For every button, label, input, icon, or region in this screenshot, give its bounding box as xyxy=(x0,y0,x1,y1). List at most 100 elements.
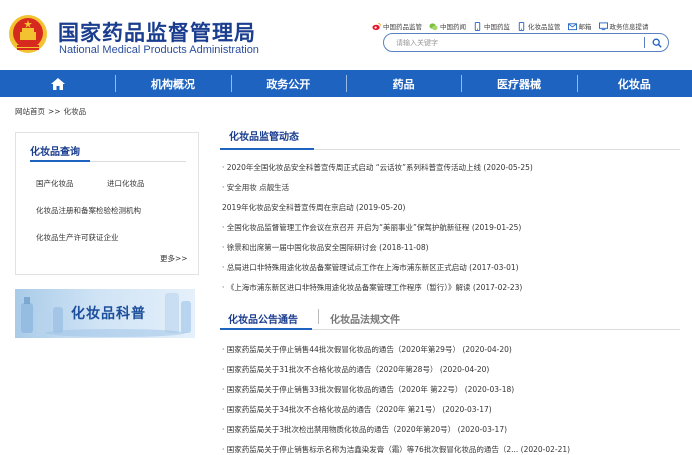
nav-item-government[interactable]: 政务公开 xyxy=(230,70,346,97)
top-link-label: 中国药品监管 xyxy=(383,23,422,31)
news-item[interactable]: · 安全用妆 点靓生活 xyxy=(222,182,289,193)
query-link-licensed-enterprises[interactable]: 化妆品生产许可获证企业 xyxy=(36,232,119,243)
top-link-label: 邮箱 xyxy=(578,23,592,31)
national-emblem-icon[interactable] xyxy=(8,12,48,56)
cosmetics-query-panel: 化妆品查询 国产化妆品 进口化妆品 化妆品注册和备案检验检测机构 化妆品生产许可… xyxy=(15,132,199,275)
tab-notices[interactable]: 化妆品公告通告 xyxy=(228,311,298,326)
news-bullet: · xyxy=(222,183,225,192)
top-link-mail[interactable]: 邮箱 xyxy=(567,21,592,31)
panel-header: 化妆品查询 xyxy=(16,133,198,164)
news-item[interactable]: · 2020年全国化妆品安全科普宣传周正式启动 “云话妆”系列科普宣传活动上线 … xyxy=(222,162,533,173)
notice-item[interactable]: · 国家药监局关于34批次不合格化妆品的通告（2020年 第21号） (2020… xyxy=(222,404,492,415)
search-button[interactable] xyxy=(648,35,666,50)
notice-title: 国家药监局关于31批次不合格化妆品的通告（2020年第28号） xyxy=(226,365,438,374)
top-link-weibo[interactable]: 中国药品监管 xyxy=(372,21,422,31)
news-bullet: · xyxy=(222,223,225,232)
news-title: 全国化妆品监督管理工作会议在京召开 开启为“美丽事业”保驾护航新征程 xyxy=(226,223,470,232)
news-bullet: · xyxy=(222,263,225,272)
news-title: 总局进口非特殊用途化妆品备案管理试点工作在上海市浦东新区正式启动 xyxy=(226,263,467,272)
active-tab-underline xyxy=(220,328,312,330)
news-date: (2017-02-23) xyxy=(472,283,523,292)
news-title: 2020年全国化妆品安全科普宣传周正式启动 “云话妆”系列科普宣传活动上线 xyxy=(226,163,482,172)
notice-item[interactable]: · 国家药监局关于3批次检出禁用物质化妆品的通告（2020年第20号） (202… xyxy=(222,424,507,435)
top-link-label: 政务信息提请 xyxy=(609,23,649,31)
search-divider xyxy=(644,37,645,48)
notice-item[interactable]: · 国家药监局关于停止销售44批次假冒化妆品的通告（2020年第29号） (20… xyxy=(222,344,512,355)
notice-date: (2020-03-17) xyxy=(442,405,492,414)
news-title: 2019年化妆品安全科普宣传周在京启动 xyxy=(222,203,354,212)
news-item[interactable]: · 《上海市浦东新区进口非特殊用途化妆品备案管理工作程序（暂行）》解读 (201… xyxy=(222,282,522,293)
nav-home[interactable] xyxy=(0,70,115,97)
breadcrumb-home[interactable]: 网站首页 xyxy=(15,107,45,116)
news-date: (2018-11-08) xyxy=(379,243,429,252)
search-box xyxy=(383,33,669,52)
nav-item-drugs[interactable]: 药品 xyxy=(345,70,461,97)
notice-item[interactable]: · 国家药监局关于31批次不合格化妆品的通告（2020年第28号） (2020-… xyxy=(222,364,489,375)
top-link-label: 化妆品监管 xyxy=(528,23,561,31)
breadcrumb-current[interactable]: 化妆品 xyxy=(64,107,87,116)
weibo-icon xyxy=(372,22,381,30)
top-link-label: 中国药闻 xyxy=(440,23,466,31)
notice-item[interactable]: · 国家药监局关于停止销售33批次假冒化妆品的通告（2020年 第22号） (2… xyxy=(222,384,514,395)
news-title: 安全用妆 点靓生活 xyxy=(226,183,290,192)
search-icon xyxy=(652,38,662,48)
banner-title: 化妆品科普 xyxy=(71,306,146,322)
nav-item-devices[interactable]: 医疗器械 xyxy=(461,70,576,97)
site-header: 国家药品监督管理局 National Medical Products Admi… xyxy=(0,0,692,70)
news-date: (2020-05-25) xyxy=(483,163,533,172)
cosmetics-science-banner[interactable]: 化妆品科普 xyxy=(15,289,195,338)
news-bullet: · xyxy=(222,163,225,172)
notice-date: (2020-03-18) xyxy=(464,385,515,394)
notice-date: (2020-04-20) xyxy=(439,365,490,374)
notice-tabs: 化妆品公告通告 化妆品法规文件 xyxy=(220,306,680,330)
mobile-icon xyxy=(518,21,525,31)
mobile-icon xyxy=(474,21,481,31)
wechat-icon xyxy=(429,22,438,30)
news-item[interactable]: · 总局进口非特殊用途化妆品备案管理试点工作在上海市浦东新区正式启动 (2017… xyxy=(222,262,519,273)
news-bullet: · xyxy=(222,243,225,252)
notice-title: 国家药监局关于停止销售44批次假冒化妆品的通告（2020年第29号） xyxy=(226,345,460,354)
notice-title: 国家药监局关于34批次不合格化妆品的通告（2020年 第21号） xyxy=(226,405,440,414)
notice-item[interactable]: · 国家药监局关于停止销售标示名称为洁鑫染发膏（霜）等76批次假冒化妆品的通告（… xyxy=(222,444,570,455)
news-title: 《上海市浦东新区进口非特殊用途化妆品备案管理工作程序（暂行）》解读 xyxy=(226,283,471,292)
query-link-testing-institutions[interactable]: 化妆品注册和备案检验检测机构 xyxy=(36,205,141,216)
breadcrumb: 网站首页 >> 化妆品 xyxy=(15,106,89,117)
notice-title: 国家药监局关于停止销售33批次假冒化妆品的通告（2020年 第22号） xyxy=(226,385,463,394)
notice-date: (2020-03-17) xyxy=(457,425,508,434)
more-link[interactable]: 更多>> xyxy=(160,253,188,264)
news-item[interactable]: 2019年化妆品安全科普宣传周在京启动 (2019-05-20) xyxy=(222,202,405,213)
search-input[interactable] xyxy=(396,36,636,49)
top-link-info[interactable]: 政务信息提请 xyxy=(598,21,649,31)
top-link-label: 中国药监 xyxy=(484,23,510,31)
panel-title-underline xyxy=(30,160,90,162)
news-item[interactable]: · 全国化妆品监督管理工作会议在京召开 开启为“美丽事业”保驾护航新征程 (20… xyxy=(222,222,521,233)
notice-date: (2020-02-21) xyxy=(520,445,571,454)
news-date: (2019-01-25) xyxy=(471,223,522,232)
section-title-underline xyxy=(220,148,314,150)
notice-title: 国家药监局关于3批次检出禁用物质化妆品的通告（2020年第20号） xyxy=(226,425,456,434)
top-links: 中国药品监管 中国药闻 中国药监 化妆品监管 邮箱 政务信息提请 xyxy=(372,21,649,31)
news-bullet: · xyxy=(222,283,225,292)
notice-date: (2020-04-20) xyxy=(462,345,512,354)
top-link-wechat[interactable]: 中国药闻 xyxy=(429,21,466,31)
nav-item-cosmetics[interactable]: 化妆品 xyxy=(576,70,692,97)
breadcrumb-separator: >> xyxy=(48,107,61,116)
site-title[interactable]: 国家药品监督管理局 xyxy=(58,17,256,47)
monitor-icon xyxy=(598,21,608,30)
top-link-mobile-drugs[interactable]: 中国药监 xyxy=(473,21,510,31)
tab-separator xyxy=(318,309,319,324)
section-title-news: 化妆品监管动态 xyxy=(229,132,299,143)
site-subtitle[interactable]: National Medical Products Administration xyxy=(59,44,259,56)
nav-item-about[interactable]: 机构概况 xyxy=(115,70,230,97)
main-nav: 机构概况 政务公开 药品 医疗器械 化妆品 xyxy=(0,70,692,97)
news-title: 徐景和出席第一届中国化妆品安全国际研讨会 xyxy=(226,243,377,252)
news-item[interactable]: · 徐景和出席第一届中国化妆品安全国际研讨会 (2018-11-08) xyxy=(222,242,429,253)
query-link-domestic[interactable]: 国产化妆品 xyxy=(36,178,74,189)
mail-icon xyxy=(567,22,577,30)
panel-title: 化妆品查询 xyxy=(30,147,80,158)
news-date: (2017-03-01) xyxy=(469,263,519,272)
top-link-mobile-cosmetics[interactable]: 化妆品监管 xyxy=(517,21,561,31)
query-link-imported[interactable]: 进口化妆品 xyxy=(107,178,145,189)
notice-title: 国家药监局关于停止销售标示名称为洁鑫染发膏（霜）等76批次假冒化妆品的通告（2.… xyxy=(226,445,519,454)
tab-regulations[interactable]: 化妆品法规文件 xyxy=(330,311,400,326)
